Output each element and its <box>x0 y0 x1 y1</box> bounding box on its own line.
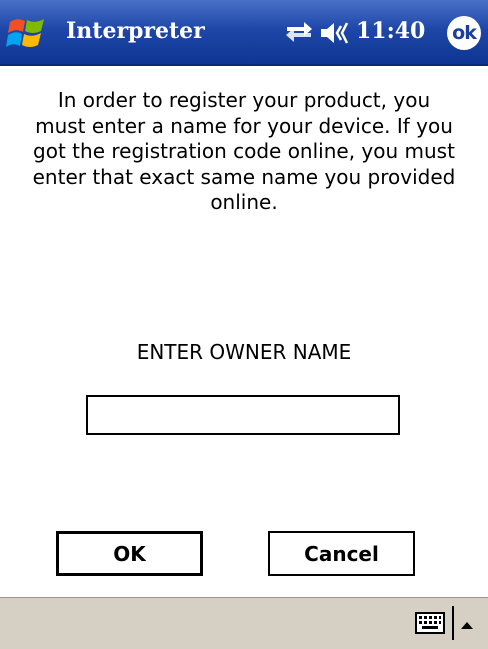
owner-name-input[interactable] <box>86 395 400 435</box>
command-bar <box>0 597 488 649</box>
clock[interactable]: 11:40 <box>356 18 425 44</box>
menubar-divider <box>452 606 454 640</box>
app-title: Interpreter <box>66 18 205 44</box>
ok-button[interactable]: ok <box>447 16 481 50</box>
title-bar: Interpreter 11:40 ok <box>0 0 488 66</box>
keyboard-icon[interactable] <box>414 611 446 635</box>
sync-arrows-icon[interactable] <box>284 18 314 46</box>
cancel-button[interactable]: Cancel <box>268 531 415 576</box>
windows-flag-icon[interactable] <box>6 14 48 54</box>
pocket-pc-screen: Interpreter 11:40 ok In order to registe… <box>0 0 488 649</box>
owner-name-label: ENTER OWNER NAME <box>136 340 352 364</box>
caret-up-icon[interactable] <box>459 616 475 629</box>
registration-message: In order to register your product, you m… <box>32 88 456 214</box>
speaker-icon[interactable] <box>319 20 353 46</box>
ok-dialog-button[interactable]: OK <box>56 531 203 576</box>
